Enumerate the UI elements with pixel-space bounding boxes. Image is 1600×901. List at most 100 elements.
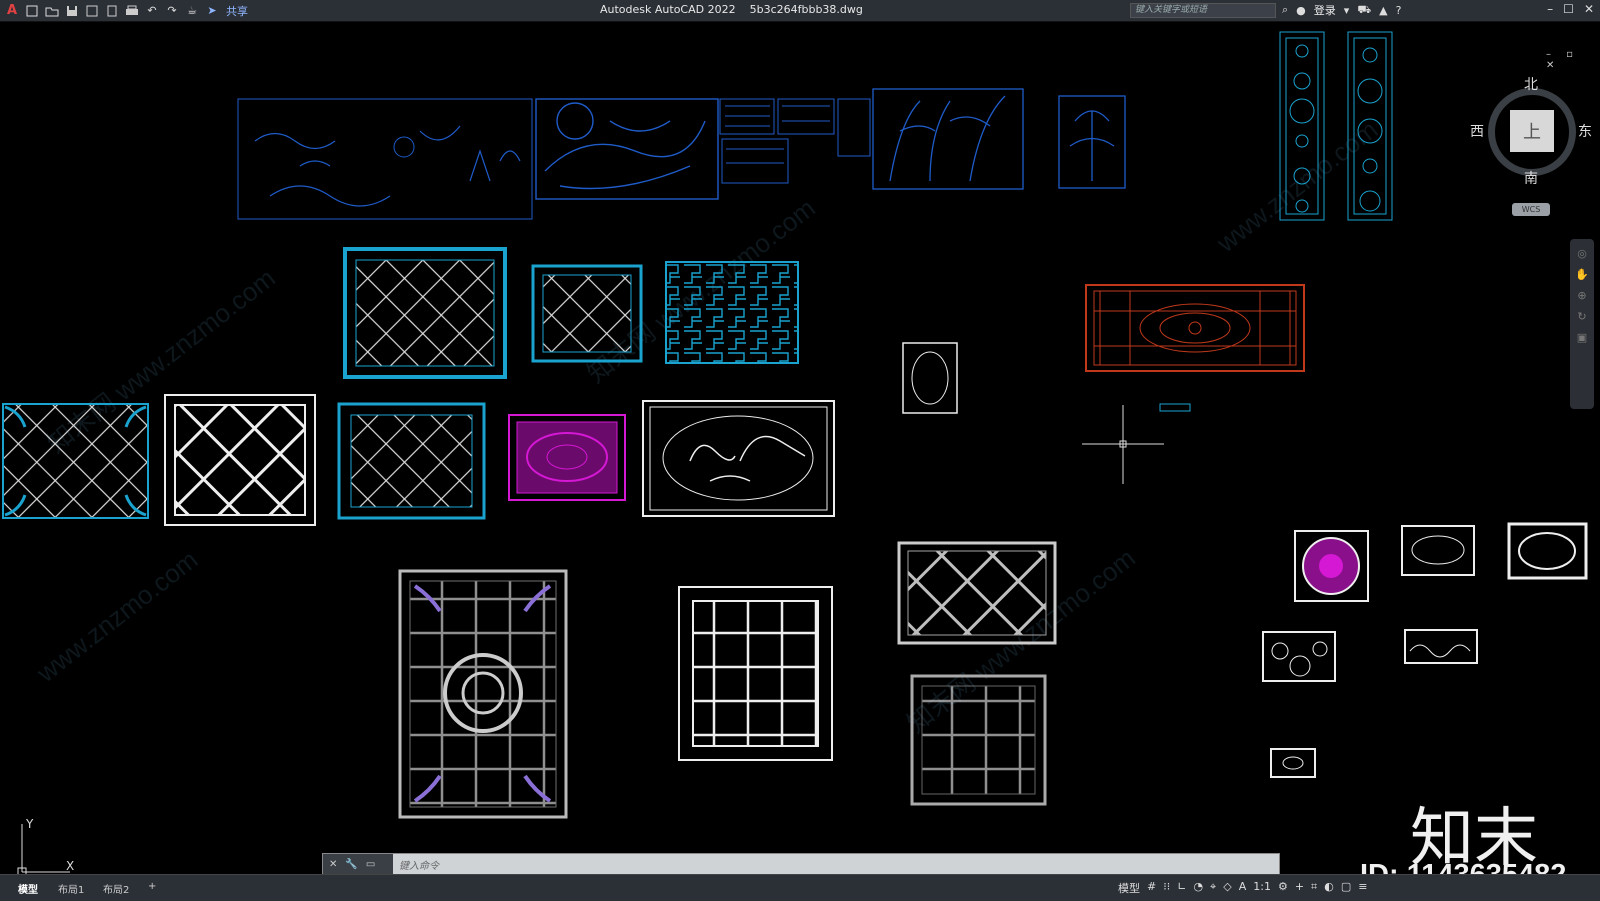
grid-icon[interactable]: # xyxy=(1147,880,1156,896)
tiny-frame[interactable] xyxy=(1270,748,1316,778)
carving-phoenix-panel[interactable] xyxy=(535,98,719,200)
dropdown-icon[interactable]: ▾ xyxy=(1344,4,1350,17)
osnap-icon[interactable]: ⌖ xyxy=(1210,880,1216,896)
open-folder-icon[interactable] xyxy=(44,3,60,19)
tab-layout2[interactable]: 布局2 xyxy=(103,881,129,896)
window-controls: – ☐ ✕ xyxy=(1547,2,1594,16)
command-line-controls: ✕ 🔧 ▭ xyxy=(323,854,393,874)
plus-icon[interactable]: + xyxy=(1295,880,1304,896)
annotation-scale[interactable]: 1:1 xyxy=(1253,880,1271,896)
workspace-gear-icon[interactable]: ⚙ xyxy=(1278,880,1288,896)
isolate-icon[interactable]: ◐ xyxy=(1324,880,1334,896)
login-button[interactable]: 登录 xyxy=(1314,2,1336,18)
magenta-round-medallion[interactable] xyxy=(1294,530,1369,602)
ceiling-grid-gray[interactable] xyxy=(910,674,1047,806)
zoom-icon[interactable]: ⊕ xyxy=(1570,289,1594,302)
oval-medallion-small-2[interactable] xyxy=(1507,522,1588,580)
save-icon[interactable] xyxy=(64,3,80,19)
app-icon[interactable]: ▲ xyxy=(1379,4,1387,17)
orbit-icon[interactable]: ↻ xyxy=(1570,310,1594,323)
publish-icon[interactable] xyxy=(104,3,120,19)
command-line[interactable]: ✕ 🔧 ▭ 键入命令 xyxy=(322,853,1280,875)
tall-panel-right[interactable] xyxy=(1347,31,1393,221)
showmotion-icon[interactable]: ▣ xyxy=(1570,331,1594,344)
ceiling-lattice-white-1[interactable] xyxy=(164,394,316,526)
share-label[interactable]: 共享 xyxy=(226,3,248,19)
close-icon[interactable]: ✕ xyxy=(1584,2,1594,16)
recent-commands-icon[interactable]: ▭ xyxy=(366,859,375,870)
ceiling-lattice-cyan-1[interactable] xyxy=(343,247,507,379)
ceiling-lattice-cyan-2[interactable] xyxy=(531,264,643,363)
customize-icon[interactable]: ≡ xyxy=(1358,880,1367,896)
new-file-icon[interactable] xyxy=(24,3,40,19)
save-as-icon[interactable] xyxy=(84,3,100,19)
annotation-icon[interactable]: A xyxy=(1239,880,1247,896)
circles-panel[interactable] xyxy=(1262,631,1336,682)
peony-oval-panel[interactable] xyxy=(642,400,835,517)
polar-icon[interactable]: ◔ xyxy=(1193,880,1203,896)
share-icon[interactable]: ➤ xyxy=(204,3,220,19)
status-bar: 模型 布局1 布局2 + 模型 # ⁝⁝ ∟ ◔ ⌖ ◇ A 1:1 ⚙ + ⌗… xyxy=(0,874,1600,901)
cart-icon[interactable]: ⛟ xyxy=(1357,3,1371,18)
ceiling-oval-red[interactable] xyxy=(1085,284,1305,372)
tab-layout1[interactable]: 布局1 xyxy=(58,881,84,896)
user-icon[interactable]: ● xyxy=(1296,4,1306,17)
help-icon[interactable]: ? xyxy=(1396,4,1402,17)
titlebar-right-tools: ⌕ ● 登录 ▾ ⛟ ▲ ? xyxy=(1282,2,1401,18)
viewport-controls[interactable]: – ▫ ✕ xyxy=(1546,49,1600,71)
ceiling-lattice-cyan-4[interactable] xyxy=(337,402,486,520)
tall-panel-left[interactable] xyxy=(1279,31,1325,221)
crosshair-cursor xyxy=(1082,405,1164,484)
units-icon[interactable]: ⌗ xyxy=(1311,880,1317,896)
model-space-button[interactable]: 模型 xyxy=(1118,880,1140,896)
oval-medallion-small-1[interactable] xyxy=(1401,525,1475,576)
app-title: Autodesk AutoCAD 2022 xyxy=(600,3,736,16)
autocad-logo-icon[interactable]: A xyxy=(4,3,20,18)
ceiling-medallion-tall[interactable] xyxy=(398,569,568,819)
tab-model[interactable]: 模型 xyxy=(18,881,38,896)
command-input[interactable]: 键入命令 xyxy=(393,857,439,872)
redo-icon[interactable]: ↷ xyxy=(164,3,180,19)
status-toggles: 模型 # ⁝⁝ ∟ ◔ ⌖ ◇ A 1:1 ⚙ + ⌗ ◐ ▢ ≡ xyxy=(1118,880,1367,896)
maximize-icon[interactable]: ☐ xyxy=(1563,2,1574,16)
compass-north[interactable]: 北 xyxy=(1524,74,1538,94)
ceiling-lattice-gray[interactable] xyxy=(897,541,1057,645)
ucs-y-label: Y xyxy=(25,818,34,831)
carving-small-panels[interactable] xyxy=(719,98,871,184)
compass-west[interactable]: 西 xyxy=(1470,121,1484,141)
steering-wheel-icon[interactable]: ◎ xyxy=(1570,247,1594,260)
workspace-icon[interactable]: ☕ xyxy=(184,3,200,19)
isodraft-icon[interactable]: ◇ xyxy=(1223,880,1231,896)
compass-east[interactable]: 东 xyxy=(1578,121,1592,141)
carving-birds-panel[interactable] xyxy=(237,98,533,220)
viewcube[interactable]: 上 北 南 西 东 xyxy=(1470,74,1592,187)
search-icon[interactable]: ⌕ xyxy=(1282,3,1288,17)
wcs-menu[interactable]: WCS xyxy=(1512,203,1550,216)
drawing-svg[interactable] xyxy=(0,21,1600,876)
fullscreen-icon[interactable]: ▢ xyxy=(1341,880,1351,896)
ceiling-grid-white[interactable] xyxy=(678,586,833,761)
window-title: Autodesk AutoCAD 2022 5b3c264fbbb38.dwg xyxy=(600,3,863,16)
ortho-icon[interactable]: ∟ xyxy=(1177,880,1186,896)
ceiling-lattice-cyan-3[interactable] xyxy=(2,403,149,519)
search-input[interactable]: 键入关键字或短语 xyxy=(1130,3,1276,18)
add-layout-icon[interactable]: + xyxy=(148,881,156,892)
small-cyan-mark[interactable] xyxy=(1159,403,1191,412)
small-oval-frame[interactable] xyxy=(902,342,958,414)
drawing-canvas[interactable]: 知末网 www.znzmo.com 知末网 www.znzmo.com www.… xyxy=(0,21,1600,891)
undo-icon[interactable]: ↶ xyxy=(144,3,160,19)
close-icon[interactable]: ✕ xyxy=(329,859,337,870)
pan-icon[interactable]: ✋ xyxy=(1570,268,1594,281)
navigation-bar: ◎ ✋ ⊕ ↻ ▣ xyxy=(1570,239,1594,409)
wrench-icon[interactable]: 🔧 xyxy=(345,859,357,870)
snap-icon[interactable]: ⁝⁝ xyxy=(1163,880,1170,896)
ceiling-magenta-medallion[interactable] xyxy=(508,414,626,501)
carving-tree-panel[interactable] xyxy=(1058,95,1126,189)
viewcube-top-face[interactable]: 上 xyxy=(1510,110,1554,152)
carving-branches-panel[interactable] xyxy=(872,88,1024,190)
waves-panel[interactable] xyxy=(1404,629,1478,664)
print-icon[interactable] xyxy=(124,3,140,19)
minimize-icon[interactable]: – xyxy=(1547,2,1553,16)
ceiling-fret-cyan[interactable] xyxy=(665,261,799,364)
compass-south[interactable]: 南 xyxy=(1524,168,1538,188)
